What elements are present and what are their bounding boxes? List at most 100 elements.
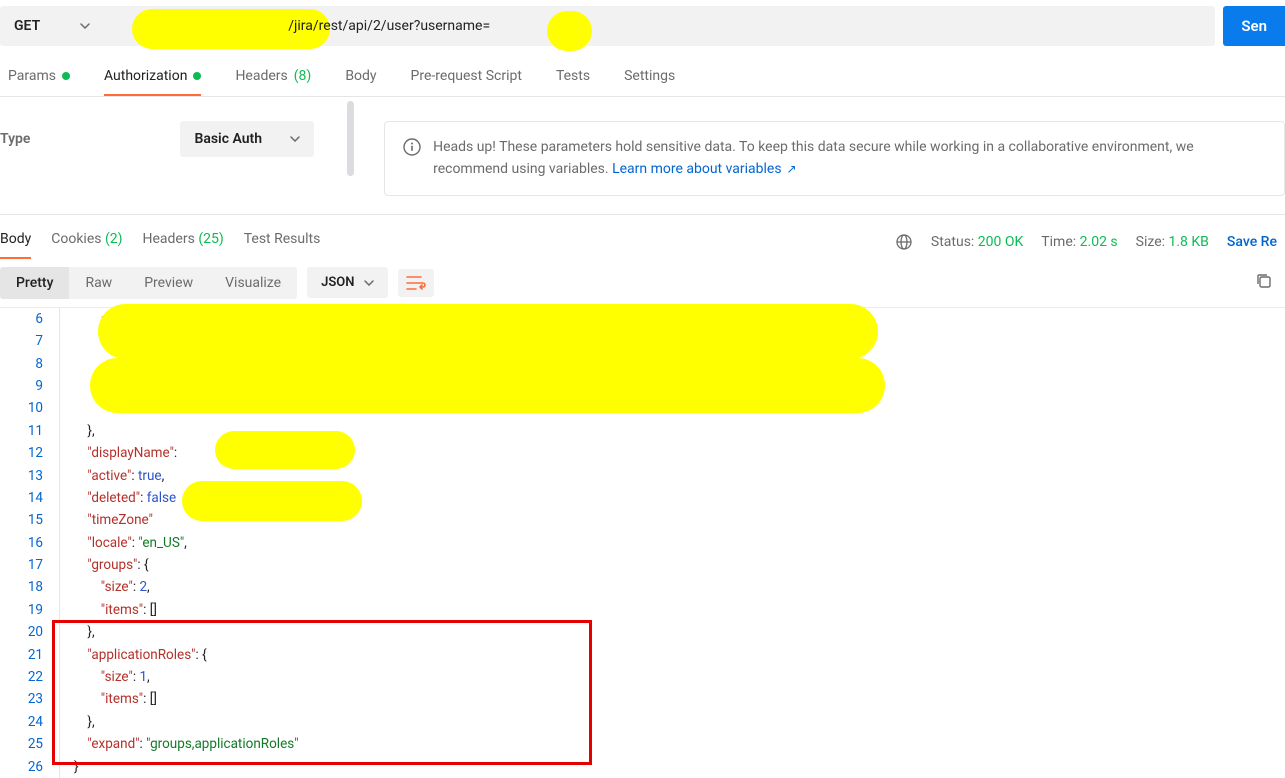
line-number: 9 [0, 375, 43, 397]
view-mode-group: Pretty Raw Preview Visualize [0, 267, 297, 299]
request-bar: GET Sen [0, 0, 1285, 54]
wrap-icon [406, 275, 426, 291]
http-method-value: GET [14, 18, 40, 34]
line-number: 6 [0, 308, 43, 330]
format-select[interactable]: JSON [307, 267, 388, 298]
line-number: 18 [0, 576, 43, 598]
tab-params-label: Params [8, 68, 56, 84]
resp-tab-headers[interactable]: Headers (25) [143, 225, 224, 259]
response-right-tools [1251, 268, 1277, 298]
response-tabs: Body Cookies (2) Headers (25) Test Resul… [0, 225, 320, 259]
tab-settings[interactable]: Settings [624, 68, 675, 96]
size-block: Size: 1.8 KB [1136, 234, 1209, 250]
tab-body[interactable]: Body [345, 68, 376, 96]
code-line: "items": [] [74, 599, 1285, 621]
code-line: "groups": { [74, 554, 1285, 576]
tab-headers-label: Headers [235, 68, 287, 84]
copy-icon [1255, 272, 1273, 290]
resp-tab-body[interactable]: Body [0, 225, 31, 259]
line-number: 17 [0, 554, 43, 576]
wrap-lines-button[interactable] [398, 269, 434, 297]
line-number: 19 [0, 599, 43, 621]
tab-params[interactable]: Params [8, 68, 70, 96]
line-number: 25 [0, 733, 43, 755]
tab-headers-count: (8) [294, 68, 312, 84]
status-value: 200 OK [978, 234, 1024, 250]
time-block: Time: 2.02 s [1041, 234, 1117, 250]
resp-tab-test-results[interactable]: Test Results [244, 225, 321, 259]
info-icon [403, 138, 421, 156]
heads-up-message: Heads up! These parameters hold sensitiv… [433, 139, 1194, 177]
http-method-select[interactable]: GET [0, 18, 128, 34]
response-view-toolbar: Pretty Raw Preview Visualize JSON [0, 259, 1285, 308]
line-number: 14 [0, 487, 43, 509]
tab-headers[interactable]: Headers (8) [235, 68, 311, 96]
view-mode-preview[interactable]: Preview [128, 267, 209, 299]
chevron-down-icon [290, 136, 300, 142]
globe-icon[interactable] [895, 233, 913, 251]
external-link-icon: ↗ [784, 162, 797, 176]
line-number: 26 [0, 756, 43, 778]
line-number: 10 [0, 397, 43, 419]
learn-more-label: Learn more about variables [612, 161, 782, 177]
save-response-button[interactable]: Save Re [1227, 234, 1277, 250]
vertical-divider[interactable] [347, 101, 354, 176]
code-column: avatar }, "displayName": "active": true,… [60, 308, 1285, 778]
request-section-tabs: Params Authorization Headers (8) Body Pr… [0, 54, 1285, 97]
dot-indicator-icon [193, 72, 201, 80]
url-input[interactable] [128, 6, 1215, 46]
url-bar: GET [0, 6, 1215, 46]
line-number: 8 [0, 353, 43, 375]
line-number: 12 [0, 442, 43, 464]
time-label: Time: [1041, 234, 1076, 250]
learn-more-link[interactable]: Learn more about variables ↗ [612, 161, 797, 177]
line-number: 16 [0, 532, 43, 554]
view-mode-raw[interactable]: Raw [69, 267, 128, 299]
resp-tab-headers-label: Headers [143, 231, 195, 247]
line-number-gutter: 67891011121314151617181920212223242526 [0, 308, 60, 778]
auth-type-label: Type [0, 131, 30, 147]
size-value: 1.8 KB [1169, 234, 1209, 250]
line-number: 23 [0, 688, 43, 710]
redaction-mark [90, 358, 885, 413]
auth-type-row: Type Basic Auth [0, 121, 314, 157]
heads-up-text: Heads up! These parameters hold sensitiv… [433, 136, 1266, 181]
authorization-panel: Type Basic Auth Heads up! These paramete… [0, 97, 1285, 214]
code-line: "locale": "en_US", [74, 532, 1285, 554]
resp-tab-cookies-label: Cookies [51, 231, 101, 247]
resp-tab-cookies-count: (2) [105, 231, 123, 247]
tab-authorization[interactable]: Authorization [104, 68, 201, 96]
heads-up-banner: Heads up! These parameters hold sensitiv… [384, 121, 1285, 196]
line-number: 13 [0, 465, 43, 487]
copy-button[interactable] [1251, 268, 1277, 298]
send-button[interactable]: Sen [1223, 6, 1285, 46]
size-label: Size: [1136, 234, 1165, 250]
time-value: 2.02 s [1080, 234, 1118, 250]
line-number: 21 [0, 644, 43, 666]
response-body-code[interactable]: 67891011121314151617181920212223242526 a… [0, 308, 1285, 778]
resp-tab-headers-count: (25) [198, 231, 223, 247]
line-number: 22 [0, 666, 43, 688]
line-number: 24 [0, 711, 43, 733]
response-header-row: Body Cookies (2) Headers (25) Test Resul… [0, 223, 1285, 259]
line-number: 7 [0, 330, 43, 352]
divider [0, 214, 1285, 215]
tab-prerequest[interactable]: Pre-request Script [411, 68, 522, 96]
line-number: 15 [0, 509, 43, 531]
status-strip: Status: 200 OK Time: 2.02 s Size: 1.8 KB… [895, 233, 1277, 251]
annotation-box [52, 620, 592, 765]
dot-indicator-icon [62, 72, 70, 80]
redaction-mark [215, 431, 355, 469]
redaction-mark [182, 481, 362, 521]
tab-tests[interactable]: Tests [556, 68, 590, 96]
resp-tab-cookies[interactable]: Cookies (2) [51, 225, 122, 259]
chevron-down-icon [364, 280, 374, 286]
code-line: "size": 2, [74, 576, 1285, 598]
redaction-mark [98, 304, 878, 359]
view-mode-pretty[interactable]: Pretty [0, 267, 69, 299]
status-label: Status: [931, 234, 974, 250]
line-number: 11 [0, 420, 43, 442]
auth-type-selected: Basic Auth [194, 131, 262, 147]
auth-type-select[interactable]: Basic Auth [180, 121, 314, 157]
view-mode-visualize[interactable]: Visualize [209, 267, 297, 299]
